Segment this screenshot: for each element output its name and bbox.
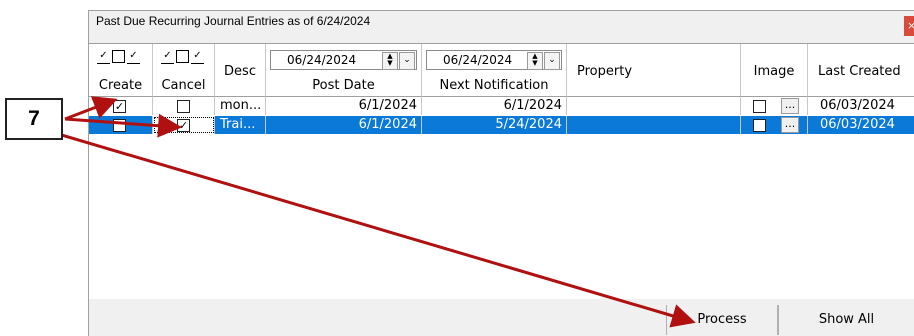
arrow-to-process-button xyxy=(37,126,696,328)
annotation-arrows xyxy=(37,96,696,328)
arrow-to-create-checkbox xyxy=(64,96,118,121)
arrow-to-cancel-checkbox xyxy=(64,113,182,138)
step-number-callout: 7 xyxy=(5,98,63,140)
